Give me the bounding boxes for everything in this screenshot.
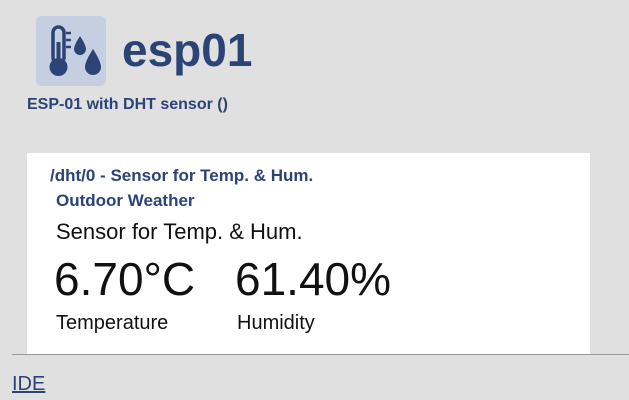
temperature-value: 6.70°C (54, 253, 196, 305)
sensor-location: Outdoor Weather (56, 191, 195, 210)
thermometer-humidity-icon (36, 16, 106, 86)
ide-link[interactable]: IDE (12, 372, 45, 396)
temperature-label: Temperature (56, 312, 169, 334)
device-subtitle: ESP-01 with DHT sensor () (27, 96, 228, 113)
footer-divider (12, 354, 629, 355)
sensor-card-header: /dht/0 - Sensor for Temp. & Hum. (50, 166, 314, 185)
sensor-card: /dht/0 - Sensor for Temp. & Hum. Outdoor… (27, 153, 590, 354)
device-title: esp01 (122, 24, 253, 76)
humidity-value: 61.40% (235, 253, 392, 305)
humidity-label: Humidity (237, 312, 315, 334)
temperature-reading: 6.70°C Temperature (54, 251, 195, 335)
humidity-reading: 61.40% Humidity (235, 251, 391, 335)
device-page: esp01 ESP-01 with DHT sensor () /dht/0 -… (0, 0, 629, 400)
sensor-description: Sensor for Temp. & Hum. (56, 219, 303, 244)
